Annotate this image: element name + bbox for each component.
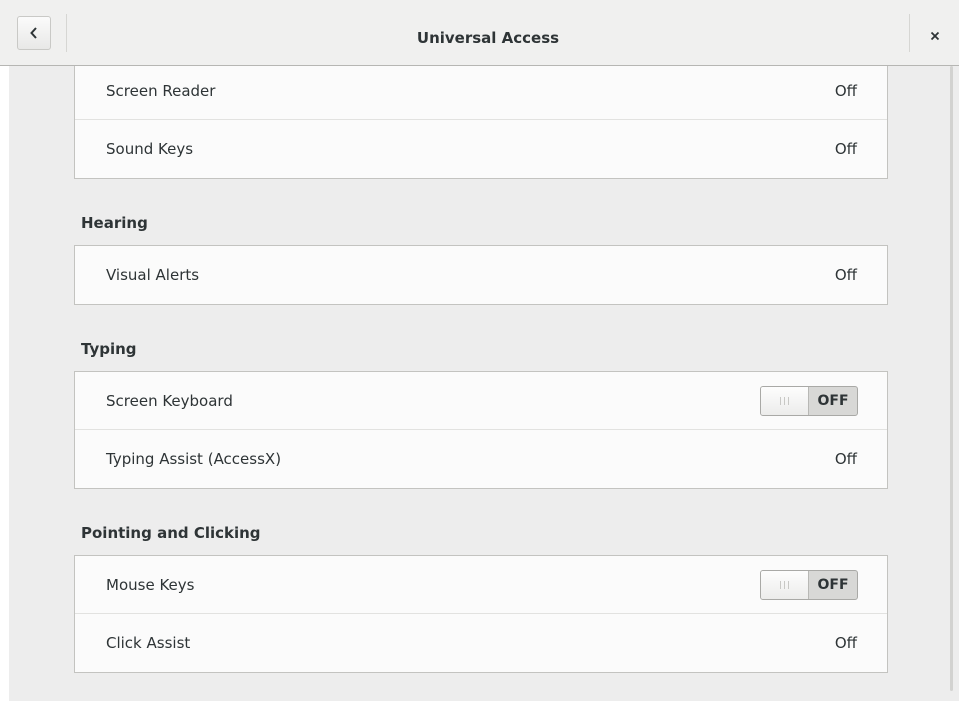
mouse-keys-switch[interactable]: OFF <box>760 570 858 600</box>
settings-content: Screen Reader Off Sound Keys Off Hearing… <box>9 66 959 701</box>
row-value: Off <box>834 634 857 652</box>
switch-knob <box>761 387 809 415</box>
seeing-list: Screen Reader Off Sound Keys Off <box>74 66 888 179</box>
pointing-list: Mouse Keys OFF Click Assist Off <box>74 555 888 673</box>
screen-keyboard-switch[interactable]: OFF <box>760 386 858 416</box>
switch-state: OFF <box>817 577 849 593</box>
universal-access-window: Universal Access Screen Reader Off Sound… <box>0 0 959 701</box>
grip-icon <box>780 581 789 589</box>
section-title-pointing: Pointing and Clicking <box>81 524 261 542</box>
row-label: Sound Keys <box>106 140 194 158</box>
close-button[interactable] <box>920 20 950 50</box>
row-screen-keyboard: Screen Keyboard OFF <box>75 372 887 430</box>
row-label: Screen Keyboard <box>106 392 233 410</box>
row-click-assist[interactable]: Click Assist Off <box>75 614 887 672</box>
row-mouse-keys: Mouse Keys OFF <box>75 556 887 614</box>
row-label: Screen Reader <box>106 82 216 100</box>
row-value: Off <box>834 82 857 100</box>
row-label: Mouse Keys <box>106 576 195 594</box>
hearing-list: Visual Alerts Off <box>74 245 888 305</box>
section-title-hearing: Hearing <box>81 214 148 232</box>
row-visual-alerts[interactable]: Visual Alerts Off <box>75 246 887 304</box>
section-title-typing: Typing <box>81 340 137 358</box>
row-screen-reader[interactable]: Screen Reader Off <box>75 66 887 120</box>
row-label: Visual Alerts <box>106 266 200 284</box>
back-button[interactable] <box>17 16 51 50</box>
scrollbar[interactable] <box>950 66 953 691</box>
row-label: Typing Assist (AccessX) <box>106 450 282 468</box>
header-separator <box>909 14 910 52</box>
chevron-left-icon <box>29 26 39 40</box>
row-value: Off <box>834 450 857 468</box>
row-typing-assist[interactable]: Typing Assist (AccessX) Off <box>75 430 887 488</box>
row-value: Off <box>834 140 857 158</box>
window-title: Universal Access <box>416 29 560 47</box>
switch-state: OFF <box>817 393 849 409</box>
typing-list: Screen Keyboard OFF Typing Assist (Acces… <box>74 371 888 489</box>
close-icon <box>930 26 940 45</box>
header-bar: Universal Access <box>0 0 959 66</box>
row-value: Off <box>834 266 857 284</box>
row-label: Click Assist <box>106 634 191 652</box>
grip-icon <box>780 397 789 405</box>
switch-knob <box>761 571 809 599</box>
row-sound-keys[interactable]: Sound Keys Off <box>75 120 887 178</box>
